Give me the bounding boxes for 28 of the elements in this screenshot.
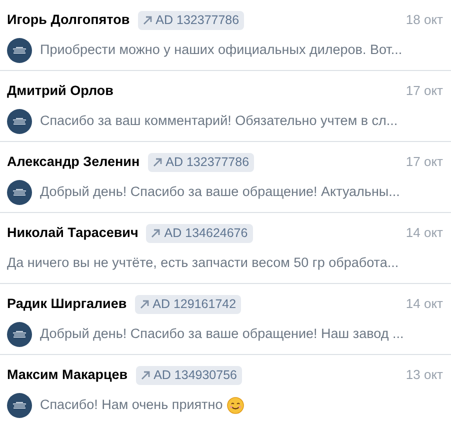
message-date: 14 окт — [406, 224, 443, 242]
sender-name: Радик Ширгалиев — [7, 295, 127, 313]
ad-link[interactable]: AD 134930756 — [136, 366, 242, 384]
sender-name: Николай Тарасевич — [7, 224, 138, 242]
arrow-icon — [151, 228, 160, 238]
message-preview: Приобрести можно у наших официальных дилеров. Вот... — [40, 41, 402, 60]
message-preview: Добрый день! Спасибо за ваше обращение! Актуальны... — [40, 183, 400, 202]
message-date: 17 окт — [406, 82, 443, 100]
ad-link[interactable]: AD 134624676 — [146, 224, 253, 242]
sender-name: Дмитрий Орлов — [7, 82, 114, 100]
ad-link[interactable]: AD 132377786 — [148, 152, 254, 172]
message-date: 18 окт — [406, 11, 443, 30]
message-preview: Спасибо за ваш комментарий! Обязательно учтем в сл... — [40, 112, 398, 130]
message-preview: Добрый день! Спасибо за ваше обращение! Наш завод ... — [40, 325, 404, 344]
ad-link[interactable]: AD 129161742 — [134, 294, 242, 314]
sender-name: Максим Макарцев — [7, 366, 128, 384]
message-date: 17 окт — [406, 153, 443, 172]
arrow-icon — [140, 370, 150, 380]
message-preview: Да ничего вы не учтёте, есть запчасти весом 50 гр обработа... — [7, 254, 399, 272]
message-date: 14 окт — [406, 295, 443, 314]
ad-link[interactable]: AD 132377786 — [138, 10, 244, 30]
message-preview: Спасибо! Нам очень приятно — [40, 396, 223, 414]
message-date: 13 окт — [406, 366, 443, 384]
sender-name: Александр Зеленин — [7, 153, 140, 171]
arrow-icon — [140, 300, 149, 308]
arrow-icon — [152, 158, 162, 166]
arrow-icon — [142, 16, 152, 24]
sender-name: Игорь Долгопятов — [7, 11, 130, 29]
